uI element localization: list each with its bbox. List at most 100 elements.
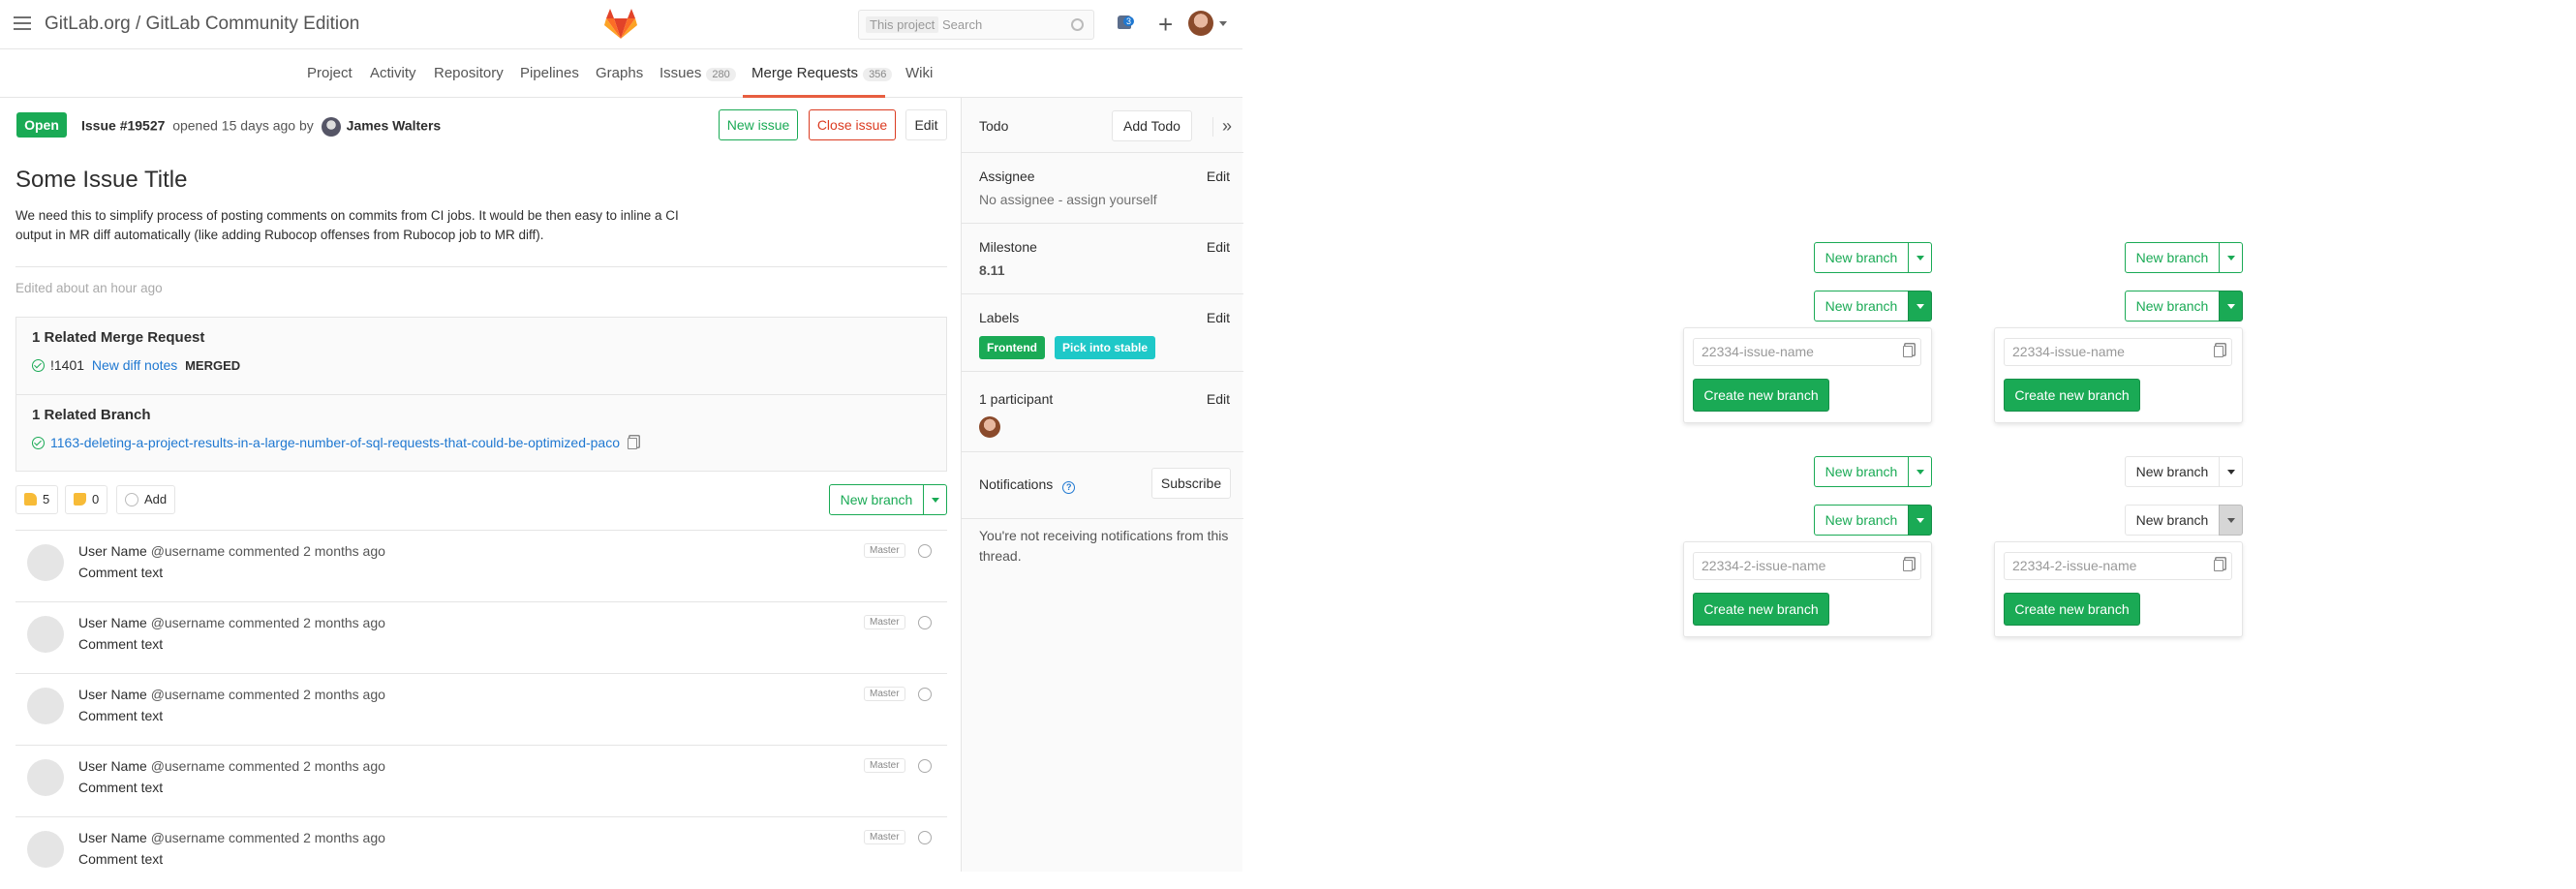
todos-icon[interactable]: 3 (1118, 14, 1137, 33)
chevron-down-icon[interactable] (1908, 291, 1932, 322)
chevron-down-icon[interactable] (2219, 456, 2243, 487)
new-branch-button[interactable]: New branch (1814, 505, 1909, 536)
branch-name-input[interactable]: 22334-2-issue-name (2004, 552, 2232, 580)
user-avatar[interactable] (1188, 11, 1213, 36)
avatar[interactable] (27, 831, 64, 868)
comment-author[interactable]: User Name (78, 615, 147, 630)
new-branch-button[interactable]: New branch (1814, 242, 1909, 273)
avatar[interactable] (27, 759, 64, 796)
author-name[interactable]: James Walters (347, 118, 442, 134)
create-branch-button[interactable]: Create new branch (1693, 593, 1829, 626)
smile-icon[interactable] (918, 759, 932, 773)
chevron-down-icon[interactable] (2219, 242, 2243, 273)
chevron-down-icon[interactable] (2219, 291, 2243, 322)
create-branch-button[interactable]: Create new branch (2004, 593, 2140, 626)
new-branch-button[interactable]: New branch (1814, 456, 1909, 487)
issue-description: We need this to simplify process of post… (15, 208, 679, 242)
new-branch-split-button-active: New branch (1814, 291, 1932, 322)
issue-number: Issue #19527 (81, 117, 166, 134)
labels-edit-link[interactable]: Edit (1207, 310, 1230, 325)
todo-block: Todo Add Todo » (962, 98, 1243, 153)
branch-link[interactable]: 1163-deleting-a-project-results-in-a-lar… (50, 435, 620, 450)
label-frontend[interactable]: Frontend (979, 336, 1045, 359)
thumbs-up-button[interactable]: 5 (15, 485, 59, 514)
tab-merge-requests[interactable]: Merge Requests 356 (751, 65, 893, 81)
smile-icon[interactable] (918, 544, 932, 558)
project-title[interactable]: GitLab.org / GitLab Community Edition (45, 14, 359, 35)
double-chevron-right-icon[interactable]: » (1212, 117, 1232, 137)
subscribe-button[interactable]: Subscribe (1151, 468, 1231, 499)
check-circle-icon (32, 437, 45, 449)
related-panel: 1 Related Merge Request !1401 New diff n… (15, 317, 947, 472)
new-branch-button[interactable]: New branch (1814, 291, 1909, 322)
copy-icon[interactable] (628, 438, 637, 449)
help-icon[interactable]: ? (1062, 481, 1076, 494)
avatar[interactable] (979, 416, 1000, 438)
new-branch-button[interactable]: New branch (2125, 456, 2220, 487)
chevron-down-icon[interactable] (1219, 21, 1227, 26)
branch-name-input[interactable]: 22334-2-issue-name (1693, 552, 1921, 580)
chevron-down-icon[interactable] (1908, 505, 1932, 536)
role-badge: Master (864, 615, 905, 629)
chevron-down-icon[interactable] (1908, 242, 1932, 273)
tab-pipelines[interactable]: Pipelines (520, 65, 579, 81)
thumbs-down-button[interactable]: 0 (65, 485, 108, 514)
branch-name-input[interactable]: 22334-issue-name (1693, 338, 1921, 366)
avatar[interactable] (27, 688, 64, 724)
comment-item: User Name @username commented 2 months a… (15, 746, 947, 817)
comment-author[interactable]: User Name (78, 830, 147, 845)
add-todo-button[interactable]: Add Todo (1112, 110, 1192, 141)
tab-graphs[interactable]: Graphs (596, 65, 643, 81)
participants-edit-link[interactable]: Edit (1207, 391, 1230, 407)
tab-project[interactable]: Project (307, 65, 353, 81)
tab-wiki[interactable]: Wiki (905, 65, 933, 81)
close-issue-button[interactable]: Close issue (809, 109, 896, 140)
status-badge: Open (16, 112, 67, 138)
copy-icon[interactable] (1903, 560, 1913, 571)
edit-issue-button[interactable]: Edit (905, 109, 947, 140)
chevron-down-icon[interactable] (923, 484, 947, 515)
related-mr-row: !1401 New diff notes MERGED (32, 357, 931, 373)
assignee-label: Assignee (979, 169, 1035, 184)
branch-name-input[interactable]: 22334-issue-name (2004, 338, 2232, 366)
assignee-edit-link[interactable]: Edit (1207, 169, 1230, 184)
avatar[interactable] (27, 544, 64, 581)
new-branch-split-button-active: New branch (1814, 505, 1932, 536)
new-branch-button[interactable]: New branch (829, 484, 924, 515)
comment-author[interactable]: User Name (78, 758, 147, 774)
smile-icon[interactable] (918, 688, 932, 701)
copy-icon[interactable] (2214, 346, 2223, 357)
gitlab-logo-icon[interactable] (602, 6, 639, 43)
copy-icon[interactable] (2214, 560, 2223, 571)
tab-issues[interactable]: Issues 280 (659, 65, 736, 81)
comment-author[interactable]: User Name (78, 687, 147, 702)
new-branch-button[interactable]: New branch (2125, 505, 2220, 536)
create-branch-button[interactable]: Create new branch (1693, 379, 1829, 412)
smile-icon[interactable] (918, 831, 932, 844)
menu-icon[interactable] (14, 16, 31, 31)
new-issue-button[interactable]: New issue (719, 109, 798, 140)
new-branch-button[interactable]: New branch (2125, 291, 2220, 322)
milestone-edit-link[interactable]: Edit (1207, 239, 1230, 255)
add-award-button[interactable]: Add (116, 485, 176, 514)
tab-activity[interactable]: Activity (370, 65, 416, 81)
assignee-value[interactable]: No assignee - assign yourself (979, 192, 1157, 207)
avatar[interactable] (27, 616, 64, 653)
chevron-down-icon[interactable] (2219, 505, 2243, 536)
author-avatar[interactable] (321, 117, 341, 137)
comment-text: Comment text (78, 780, 164, 795)
thumbs-up-icon (24, 493, 37, 506)
search-input[interactable]: This project Search (858, 10, 1094, 40)
milestone-value[interactable]: 8.11 (979, 262, 1004, 278)
plus-icon[interactable]: + (1158, 10, 1173, 40)
mr-link[interactable]: New diff notes (92, 357, 177, 373)
comment-author[interactable]: User Name (78, 543, 147, 559)
new-branch-button[interactable]: New branch (2125, 242, 2220, 273)
label-pick-into-stable[interactable]: Pick into stable (1055, 336, 1156, 359)
chevron-down-icon[interactable] (1908, 456, 1932, 487)
search-placeholder: Search (942, 17, 983, 32)
copy-icon[interactable] (1903, 346, 1913, 357)
tab-repository[interactable]: Repository (434, 65, 504, 81)
create-branch-button[interactable]: Create new branch (2004, 379, 2140, 412)
smile-icon[interactable] (918, 616, 932, 629)
